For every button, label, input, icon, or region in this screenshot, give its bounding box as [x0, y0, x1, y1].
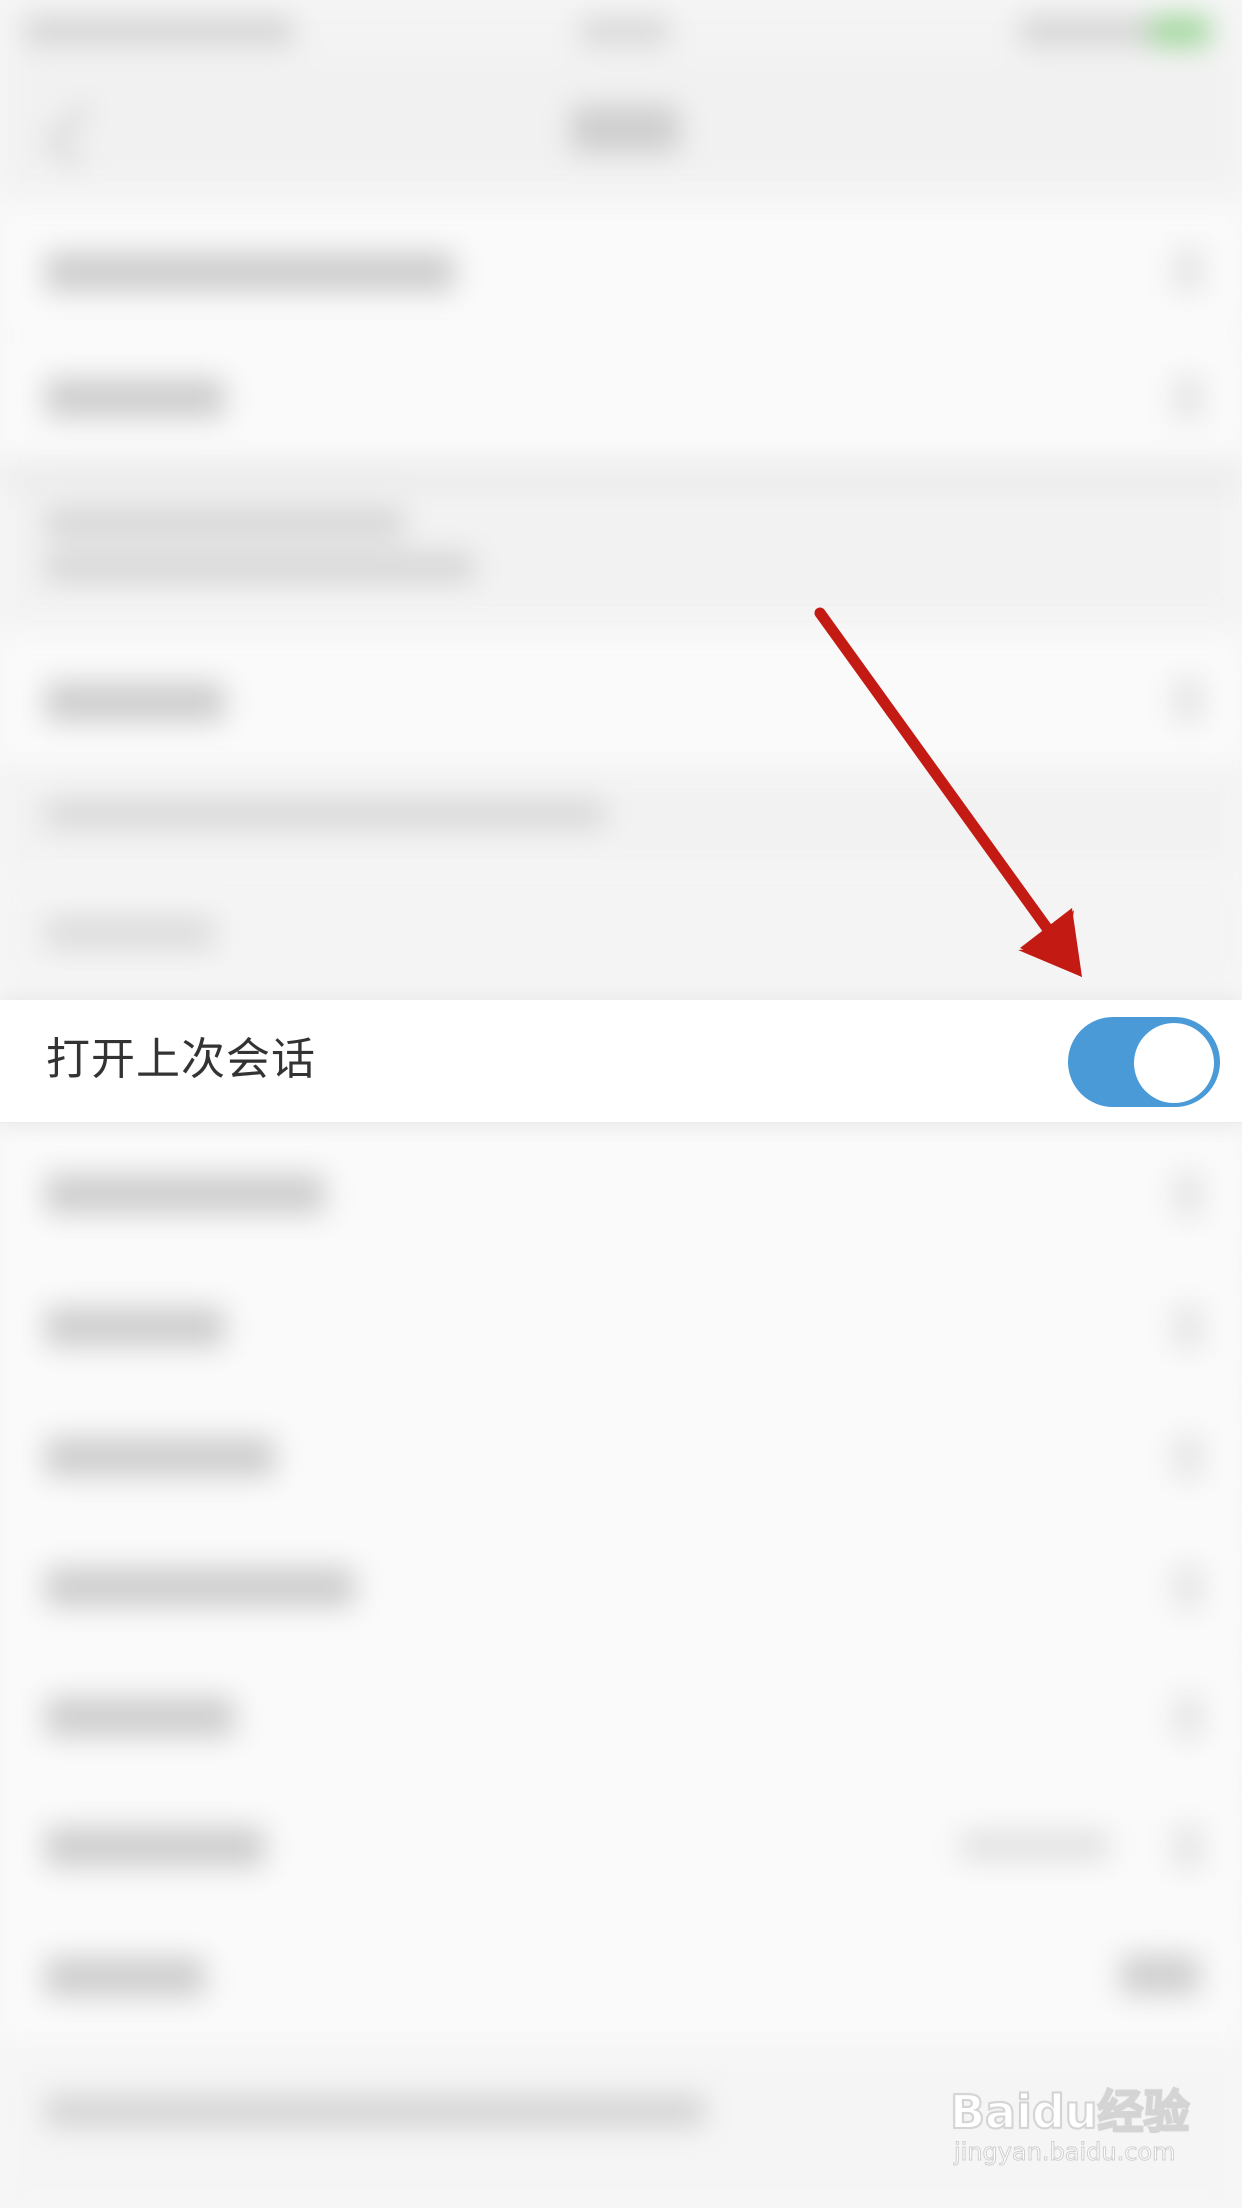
- section-footnote: [0, 770, 1242, 870]
- chevron-right-icon: [1174, 1172, 1202, 1216]
- chevron-right-icon: [1174, 376, 1202, 420]
- section-footnote: [0, 490, 1242, 620]
- chevron-right-icon: [1174, 248, 1202, 292]
- nav-title: [570, 105, 680, 153]
- settings-row[interactable]: [0, 640, 1242, 760]
- row-label: [45, 1827, 265, 1867]
- settings-row[interactable]: [0, 880, 1242, 990]
- row-badge: [1120, 1955, 1200, 1995]
- status-indicators: [1020, 16, 1170, 46]
- watermark-brand: Baidu经验: [949, 2084, 1191, 2140]
- chevron-right-icon: [1174, 678, 1202, 722]
- open-last-session-label: 打开上次会话: [46, 1034, 316, 1085]
- chevron-right-icon: [1174, 1825, 1202, 1869]
- row-label: [45, 682, 225, 722]
- settings-row[interactable]: [0, 1265, 1242, 1390]
- row-label: [45, 1307, 225, 1347]
- row-label: [45, 252, 455, 292]
- row-label: [45, 1697, 235, 1737]
- status-time: [580, 16, 670, 46]
- nav-bar: [0, 60, 1242, 190]
- settings-screen: 打开上次会话 Baidu经验 jingyan.baidu.com: [0, 0, 1242, 2208]
- chevron-right-icon: [1174, 1305, 1202, 1349]
- status-carrier: [24, 16, 294, 46]
- footnote-line: [45, 2095, 705, 2127]
- settings-row[interactable]: [0, 1395, 1242, 1520]
- row-label: [45, 1957, 205, 1997]
- open-last-session-row[interactable]: 打开上次会话: [0, 1000, 1242, 1123]
- row-label: [45, 916, 215, 950]
- open-last-session-toggle[interactable]: [1068, 1017, 1220, 1107]
- settings-row[interactable]: [0, 338, 1242, 458]
- status-bar: [0, 0, 1242, 60]
- settings-row[interactable]: [0, 210, 1242, 330]
- battery-icon: [1150, 16, 1210, 46]
- footnote-line: [45, 508, 405, 538]
- chevron-right-icon: [1174, 1565, 1202, 1609]
- row-label: [45, 378, 225, 418]
- row-label: [45, 1174, 325, 1214]
- row-label: [45, 1567, 355, 1607]
- row-value: [960, 1831, 1110, 1861]
- settings-row[interactable]: [0, 1785, 1242, 1910]
- settings-row[interactable]: [0, 1655, 1242, 1780]
- baidu-watermark: Baidu经验 jingyan.baidu.com: [949, 2070, 1191, 2180]
- back-icon[interactable]: [47, 104, 111, 168]
- footnote-line: [45, 552, 475, 582]
- settings-row[interactable]: [0, 1130, 1242, 1260]
- settings-row[interactable]: [0, 1915, 1242, 2040]
- watermark-url: jingyan.baidu.com: [953, 2138, 1176, 2167]
- toggle-knob: [1134, 1023, 1214, 1103]
- chevron-right-icon: [1174, 1435, 1202, 1479]
- settings-row[interactable]: [0, 1525, 1242, 1650]
- footnote-line: [45, 800, 605, 828]
- chevron-right-icon: [1174, 1695, 1202, 1739]
- section-divider: [0, 460, 1242, 490]
- row-label: [45, 1437, 275, 1477]
